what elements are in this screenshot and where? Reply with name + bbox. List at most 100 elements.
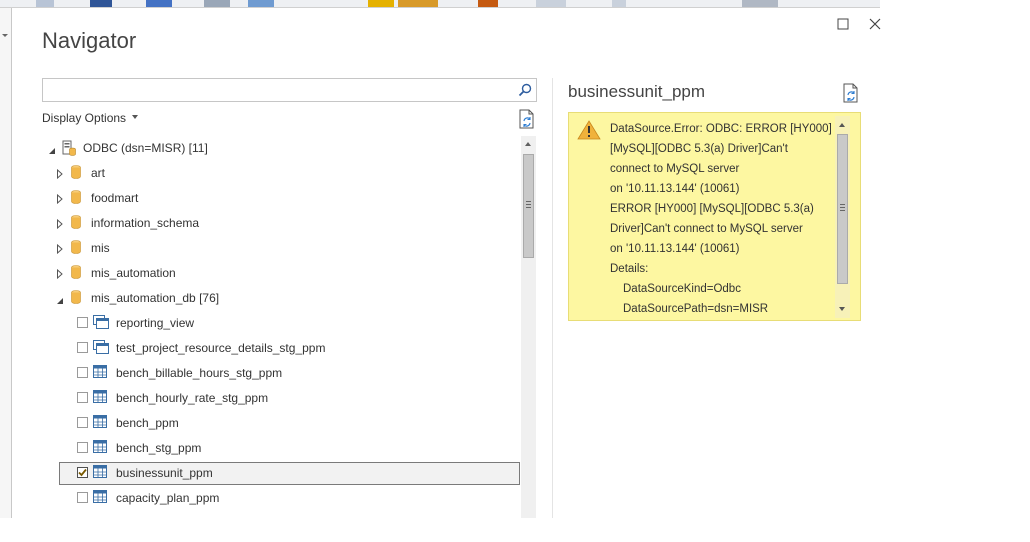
item-checkbox[interactable] — [77, 392, 88, 403]
item-checkbox-checked[interactable] — [77, 467, 88, 478]
display-options-label: Display Options — [42, 111, 127, 125]
ribbon-icon — [248, 0, 274, 7]
view-icon — [93, 315, 109, 329]
view-icon — [93, 340, 109, 354]
scroll-up-icon[interactable] — [525, 142, 531, 146]
tree-item-table[interactable]: bench_billable_hours_stg_ppm — [42, 362, 520, 384]
expand-icon[interactable] — [56, 218, 64, 230]
item-checkbox[interactable] — [77, 317, 88, 328]
tree-item-view[interactable]: reporting_view — [42, 312, 520, 334]
tree-item-label: bench_ppm — [116, 416, 179, 430]
scrollbar-thumb[interactable] — [837, 134, 848, 284]
tree-item-table[interactable]: capacity_plan_ppm — [42, 487, 520, 509]
table-icon — [93, 440, 107, 453]
expand-icon[interactable] — [56, 193, 64, 205]
tree-item-label: mis_automation_db [76] — [91, 291, 220, 305]
item-checkbox[interactable] — [77, 342, 88, 353]
tree-item-database-expanded[interactable]: mis_automation_db [76] — [42, 287, 520, 309]
tree-scrollbar[interactable] — [521, 136, 536, 518]
pane-divider[interactable] — [552, 78, 553, 518]
search-input[interactable] — [43, 79, 508, 101]
dialog-title: Navigator — [42, 28, 137, 53]
scrollbar-thumb[interactable] — [523, 154, 534, 258]
error-scrollbar[interactable] — [835, 116, 850, 318]
expand-icon[interactable] — [56, 168, 64, 180]
table-icon — [93, 365, 107, 378]
error-line: on '10.11.13.144' (10061) — [610, 183, 740, 195]
tree-item-table[interactable]: bench_ppm — [42, 412, 520, 434]
tree-item-label: bench_hourly_rate_stg_ppm — [116, 391, 269, 405]
database-icon — [71, 215, 81, 229]
close-icon — [869, 18, 881, 30]
error-line: [MySQL][ODBC 5.3(a) Driver]Can't — [610, 143, 788, 155]
ribbon-icon — [478, 0, 498, 7]
tree-item-database[interactable]: art — [42, 162, 520, 184]
maximize-button[interactable] — [832, 14, 854, 34]
tree-item-table[interactable]: bench_hourly_rate_stg_ppm — [42, 387, 520, 409]
warning-icon — [577, 120, 601, 140]
database-icon — [71, 240, 81, 254]
close-button[interactable] — [864, 14, 886, 34]
chevron-down-icon — [2, 34, 8, 37]
ribbon-icon — [536, 0, 566, 7]
tree-root-label: ODBC (dsn=MISR) [11] — [83, 141, 208, 155]
tree-item-database[interactable]: foodmart — [42, 187, 520, 209]
tree-root-odbc[interactable]: ODBC (dsn=MISR) [11] — [42, 137, 520, 159]
table-icon — [93, 415, 107, 428]
item-checkbox[interactable] — [77, 367, 88, 378]
tree-item-label: test_project_resource_details_stg_ppm — [116, 341, 326, 355]
tree-item-label: art — [91, 166, 106, 180]
tree-item-label: information_schema — [91, 216, 200, 230]
scroll-up-icon[interactable] — [839, 123, 845, 127]
grip-line — [840, 204, 845, 205]
collapse-icon[interactable] — [48, 144, 56, 154]
tree-item-table-selected[interactable]: businessunit_ppm — [42, 462, 520, 484]
error-line: on '10.11.13.144' (10061) — [610, 243, 740, 255]
item-checkbox[interactable] — [77, 492, 88, 503]
table-icon — [93, 465, 107, 478]
display-options-dropdown[interactable]: Display Options — [42, 111, 139, 125]
item-checkbox[interactable] — [77, 417, 88, 428]
refresh-icon[interactable] — [842, 83, 860, 103]
search-field[interactable] — [42, 78, 537, 102]
navigator-tree: ODBC (dsn=MISR) [11] art foodmart inform… — [42, 135, 520, 518]
search-icon[interactable] — [518, 83, 532, 97]
table-icon — [93, 390, 107, 403]
tree-item-view[interactable]: test_project_resource_details_stg_ppm — [42, 337, 520, 359]
database-icon — [71, 165, 81, 179]
tree-item-database[interactable]: mis_automation — [42, 262, 520, 284]
error-details-heading: Details: — [610, 263, 649, 275]
expand-icon[interactable] — [56, 268, 64, 280]
ribbon-icon — [398, 0, 438, 7]
grip-line — [840, 207, 845, 208]
host-left-frame — [0, 8, 12, 518]
tree-item-label: bench_billable_hours_stg_ppm — [116, 366, 283, 380]
ribbon-icon — [612, 0, 626, 7]
item-checkbox[interactable] — [77, 442, 88, 453]
database-icon — [71, 190, 81, 204]
error-line: connect to MySQL server — [610, 163, 740, 175]
checkmark-icon — [77, 467, 88, 478]
database-icon — [71, 290, 81, 304]
preview-title: businessunit_ppm — [568, 82, 706, 101]
error-line: ERROR [HY000] [MySQL][ODBC 5.3(a) — [610, 203, 814, 215]
error-message-panel: DataSource.Error: ODBC: ERROR [HY000] [M… — [568, 112, 861, 321]
error-text: DataSource.Error: ODBC: ERROR [HY000] [M… — [610, 119, 833, 319]
chevron-down-icon — [132, 114, 139, 119]
tree-item-database[interactable]: mis — [42, 237, 520, 259]
tree-item-table[interactable]: bench_stg_ppm — [42, 437, 520, 459]
grip-line — [526, 201, 531, 202]
tree-item-database[interactable]: information_schema — [42, 212, 520, 234]
odbc-source-icon — [62, 140, 76, 156]
ribbon-icon — [742, 0, 778, 7]
expand-icon[interactable] — [56, 243, 64, 255]
refresh-icon[interactable] — [518, 109, 536, 129]
tree-item-label: reporting_view — [116, 316, 195, 330]
grip-line — [840, 210, 845, 211]
scroll-down-icon[interactable] — [839, 307, 845, 311]
tree-item-label: mis_automation — [91, 266, 176, 280]
tree-item-label: bench_stg_ppm — [116, 441, 202, 455]
collapse-icon[interactable] — [56, 294, 64, 304]
error-detail-line: DataSourcePath=dsn=MISR — [623, 303, 769, 315]
tree-item-label: capacity_plan_ppm — [116, 491, 220, 505]
